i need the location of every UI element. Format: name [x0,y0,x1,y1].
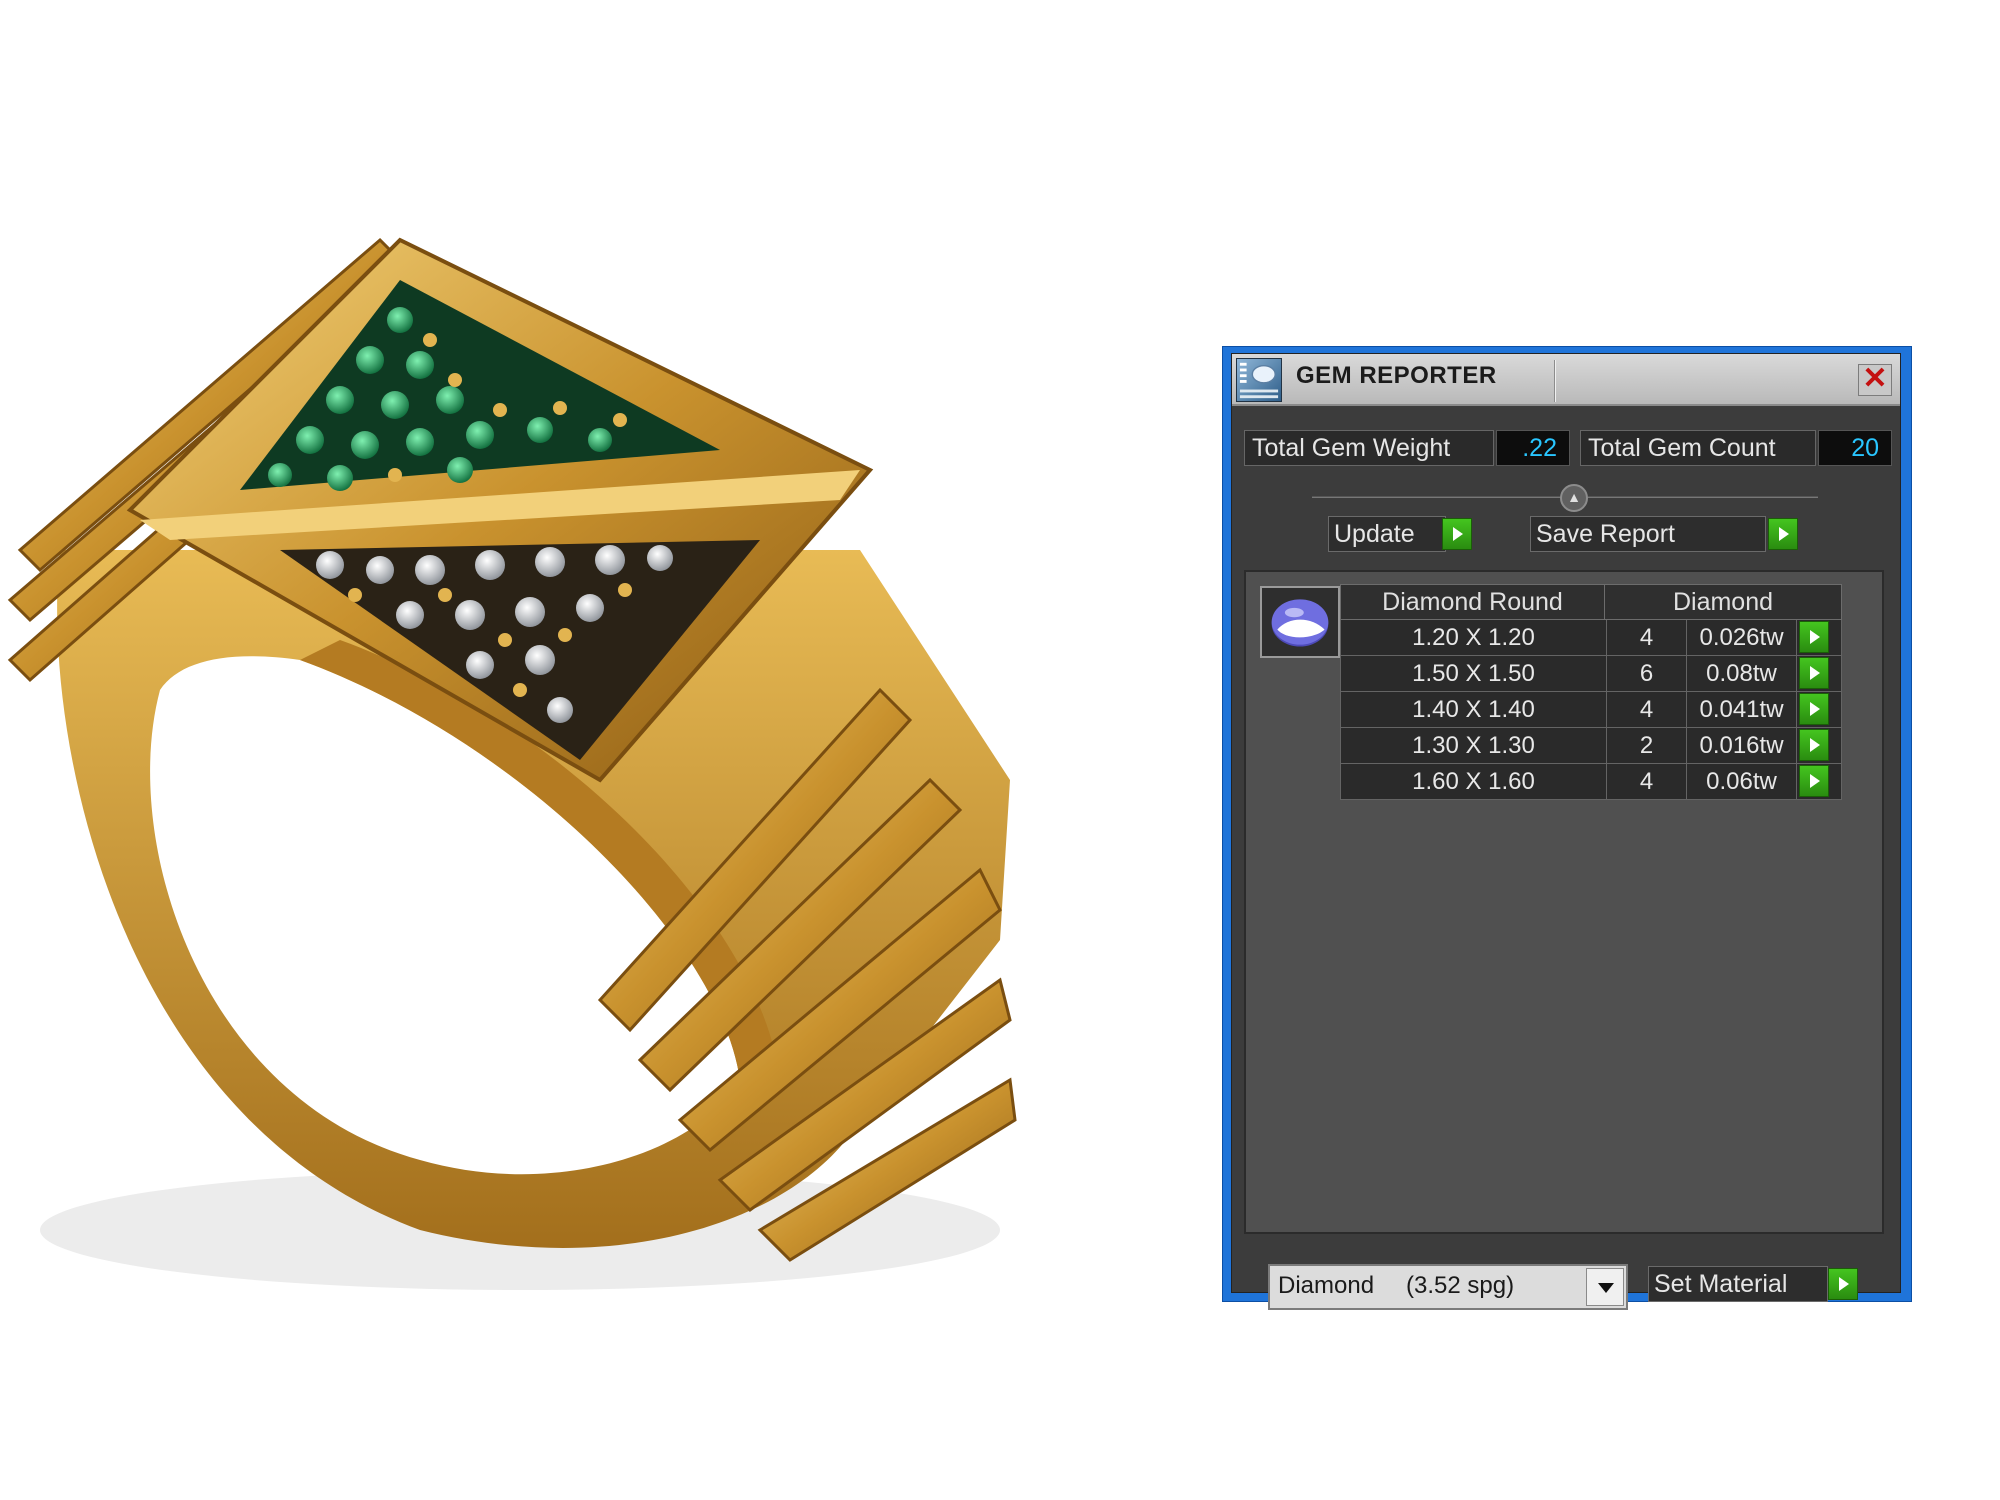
update-go-icon[interactable] [1442,518,1472,550]
gem-table: Diamond Round Diamond 1.20 X 1.20 4 0.02… [1340,584,1842,800]
select-row-go-icon[interactable] [1799,729,1829,761]
update-button-label: Update [1334,520,1415,548]
gem-size-cell: 1.50 X 1.50 [1341,656,1607,691]
table-row[interactable]: 1.20 X 1.20 4 0.026tw [1340,620,1842,656]
select-row-go-icon[interactable] [1799,693,1829,725]
material-spg: (3.52 spg) [1406,1272,1515,1299]
gem-weight-cell: 0.06tw [1687,764,1797,799]
update-button[interactable]: Update [1328,516,1446,552]
gem-table-header: Diamond Round Diamond [1340,584,1842,620]
select-row-go-icon[interactable] [1799,765,1829,797]
ring-render [0,220,1120,1300]
material-name: Diamond [1278,1272,1375,1299]
title-separator [1554,360,1556,402]
save-report-button-label: Save Report [1536,520,1675,548]
gem-reporter-app-icon [1236,358,1282,402]
gem-count-cell: 4 [1607,764,1687,799]
table-row[interactable]: 1.40 X 1.40 4 0.041tw [1340,692,1842,728]
gem-weight-cell: 0.041tw [1687,692,1797,727]
gem-count-cell: 4 [1607,620,1687,655]
close-button[interactable]: ✕ [1858,364,1892,396]
set-material-go-icon[interactable] [1828,1268,1858,1300]
select-row-go-icon[interactable] [1799,657,1829,689]
table-row[interactable]: 1.50 X 1.50 6 0.08tw [1340,656,1842,692]
gem-size-cell: 1.40 X 1.40 [1341,692,1607,727]
table-row[interactable]: 1.60 X 1.60 4 0.06tw [1340,764,1842,800]
set-material-button[interactable]: Set Material [1648,1266,1828,1302]
save-report-button[interactable]: Save Report [1530,516,1766,552]
total-gem-weight-value: .22 [1496,430,1570,466]
total-gem-weight-label: Total Gem Weight [1244,430,1494,466]
gem-list-panel: Diamond Round Diamond 1.20 X 1.20 4 0.02… [1244,570,1884,1234]
gold-ring-image [7,237,1017,1290]
column-header-material: Diamond [1672,588,1774,616]
window-title: GEM REPORTER [1296,362,1497,389]
gem-weight-cell: 0.08tw [1687,656,1797,691]
gem-weight-cell: 0.026tw [1687,620,1797,655]
gem-weight-cell: 0.016tw [1687,728,1797,763]
chevron-down-icon[interactable] [1586,1268,1624,1306]
select-row-go-icon[interactable] [1799,621,1829,653]
totals-row: Total Gem Weight .22 Total Gem Count 20 [1244,430,1892,468]
table-row[interactable]: 1.30 X 1.30 2 0.016tw [1340,728,1842,764]
total-gem-count-value: 20 [1818,430,1892,466]
material-select[interactable]: Diamond (3.52 spg) [1268,1264,1628,1310]
set-material-button-label: Set Material [1654,1270,1788,1298]
column-header-shape: Diamond Round [1341,585,1605,619]
gem-size-cell: 1.30 X 1.30 [1341,728,1607,763]
gem-count-cell: 4 [1607,692,1687,727]
collapse-arrow-icon[interactable]: ▲ [1560,484,1588,512]
gem-count-cell: 6 [1607,656,1687,691]
gem-reporter-window: GEM REPORTER ✕ Total Gem Weight .22 Tota… [1222,346,1912,1310]
gem-reporter-body: GEM REPORTER ✕ Total Gem Weight .22 Tota… [1231,353,1901,1310]
gem-size-cell: 1.60 X 1.60 [1341,764,1607,799]
gem-count-cell: 2 [1607,728,1687,763]
save-report-go-icon[interactable] [1768,518,1798,550]
round-gem-icon[interactable] [1260,586,1340,658]
gem-size-cell: 1.20 X 1.20 [1341,620,1607,655]
title-bar[interactable]: GEM REPORTER ✕ [1232,354,1900,406]
total-gem-count-label: Total Gem Count [1580,430,1816,466]
